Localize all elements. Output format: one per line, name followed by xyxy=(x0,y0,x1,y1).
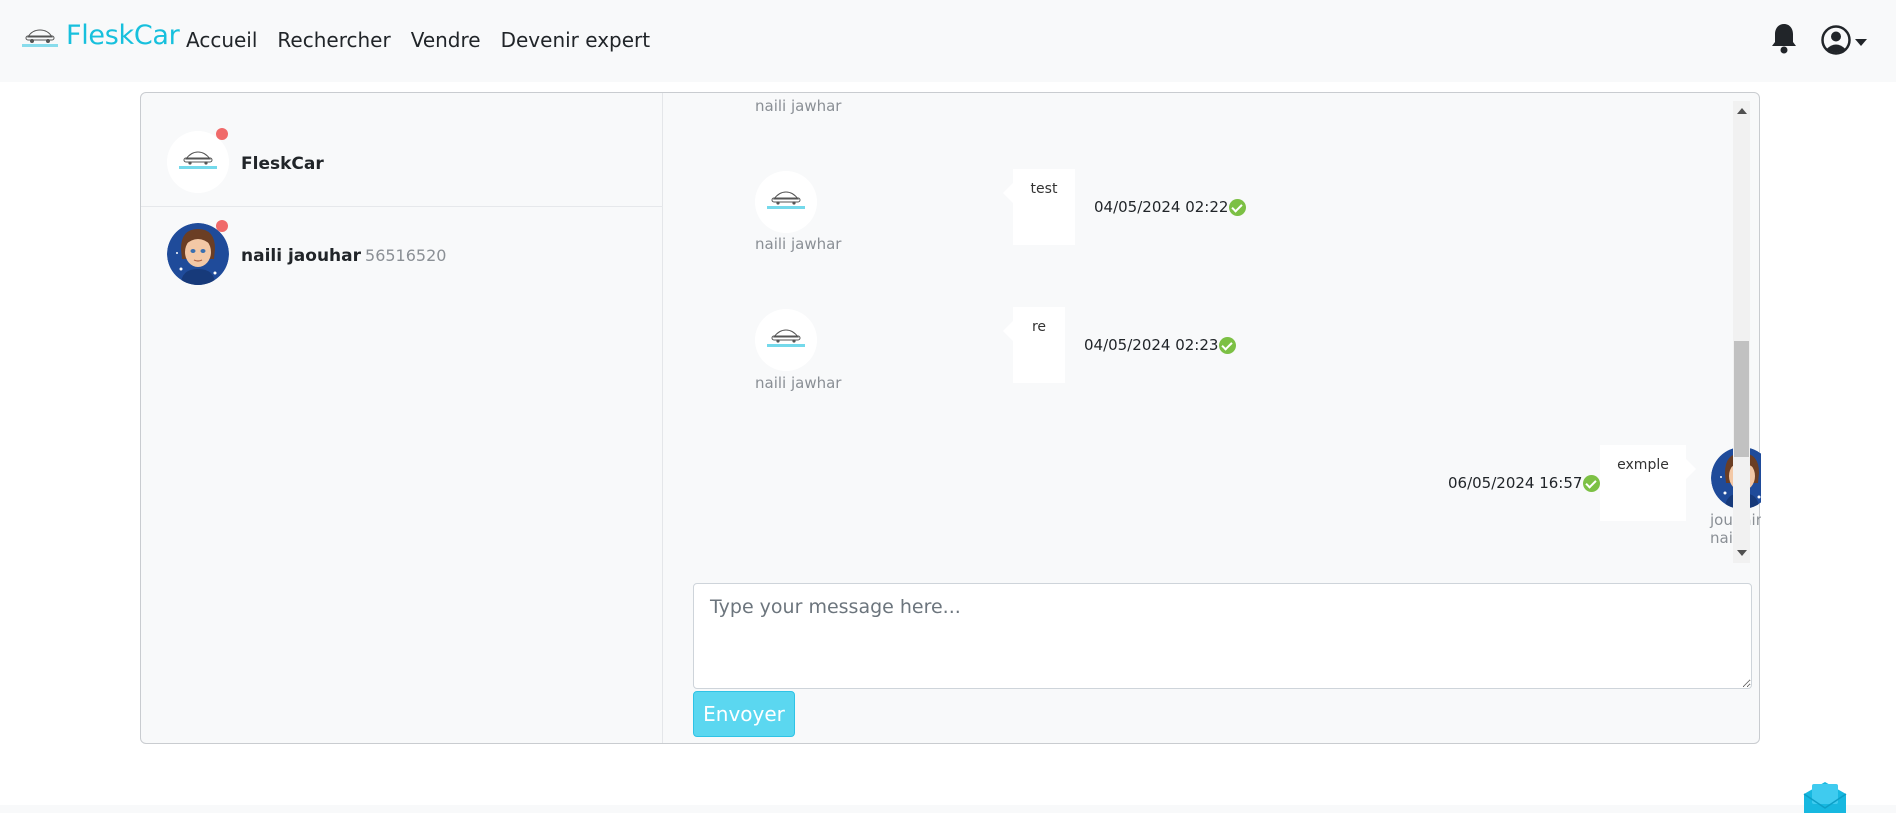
message-text: re xyxy=(1031,319,1047,335)
fleskcar-logo-avatar xyxy=(755,309,817,371)
floating-mail-icon[interactable] xyxy=(1798,780,1852,813)
read-check-icon xyxy=(1219,336,1237,354)
nav-link-rechercher[interactable]: Rechercher xyxy=(277,28,390,52)
message-timestamp: 04/05/2024 02:22 xyxy=(1094,198,1247,216)
message-timestamp: 06/05/2024 16:57 xyxy=(1448,474,1601,492)
message-text: test xyxy=(1030,181,1058,197)
nav-link-devenir-expert[interactable]: Devenir expert xyxy=(501,28,651,52)
brand-link[interactable]: FleskCar xyxy=(20,20,180,51)
message-author: naili jawhar xyxy=(755,99,842,115)
message-bubble: re xyxy=(1003,307,1065,383)
user-circle-icon xyxy=(1821,25,1851,55)
message-author: naili jawhar xyxy=(755,374,842,392)
scroll-up-arrow-icon[interactable] xyxy=(1737,108,1747,114)
bell-icon[interactable] xyxy=(1771,22,1797,54)
timestamp-text: 04/05/2024 02:22 xyxy=(1094,198,1229,216)
scroll-thumb[interactable] xyxy=(1734,341,1749,457)
message-timestamp: 04/05/2024 02:23 xyxy=(1084,336,1237,354)
send-button[interactable]: Envoyer xyxy=(693,691,795,737)
caret-down-icon xyxy=(1855,38,1867,46)
unread-dot xyxy=(216,220,228,232)
nav-link-vendre[interactable]: Vendre xyxy=(411,28,481,52)
conversation-name: FleskCar xyxy=(241,154,324,174)
message-thread: naili jawhar naili jawhar test 04/05/202… xyxy=(664,99,1761,561)
conversation-name: naili jaouhar 56516520 xyxy=(241,246,446,266)
message-input[interactable] xyxy=(693,583,1752,689)
footer xyxy=(0,805,1896,813)
unread-dot xyxy=(216,128,228,140)
brand-logo-icon xyxy=(22,28,58,47)
scroll-down-arrow-icon[interactable] xyxy=(1737,550,1747,556)
chat-card: FleskCar naili jaouhar 56516520 naili ja… xyxy=(140,92,1761,744)
conversation-item-naili-jaouhar[interactable]: naili jaouhar 56516520 xyxy=(141,209,663,301)
message-bubble: exmple xyxy=(1600,445,1696,521)
fleskcar-logo-avatar xyxy=(755,171,817,233)
timestamp-text: 04/05/2024 02:23 xyxy=(1084,336,1219,354)
read-check-icon xyxy=(1229,198,1247,216)
fleskcar-logo-avatar xyxy=(167,131,229,193)
brand-name: FleskCar xyxy=(66,20,180,51)
user-avatar xyxy=(167,223,229,285)
message-text: exmple xyxy=(1617,457,1669,473)
top-navbar: FleskCar Accueil Rechercher Vendre Deven… xyxy=(0,0,1896,82)
conversation-list: FleskCar naili jaouhar 56516520 xyxy=(141,93,663,743)
conversation-item-fleskcar[interactable]: FleskCar xyxy=(141,121,663,207)
nav-link-accueil[interactable]: Accueil xyxy=(186,28,257,52)
main-nav: Accueil Rechercher Vendre Devenir expert xyxy=(186,28,670,52)
read-check-icon xyxy=(1583,474,1601,492)
message-scrollbar[interactable] xyxy=(1733,101,1750,563)
timestamp-text: 06/05/2024 16:57 xyxy=(1448,474,1583,492)
message-bubble: test xyxy=(1003,169,1075,245)
conversation-phone: 56516520 xyxy=(365,246,447,265)
conversation-name-text: naili jaouhar xyxy=(241,246,362,266)
message-author: naili jawhar xyxy=(755,235,842,253)
account-menu[interactable] xyxy=(1821,25,1867,55)
